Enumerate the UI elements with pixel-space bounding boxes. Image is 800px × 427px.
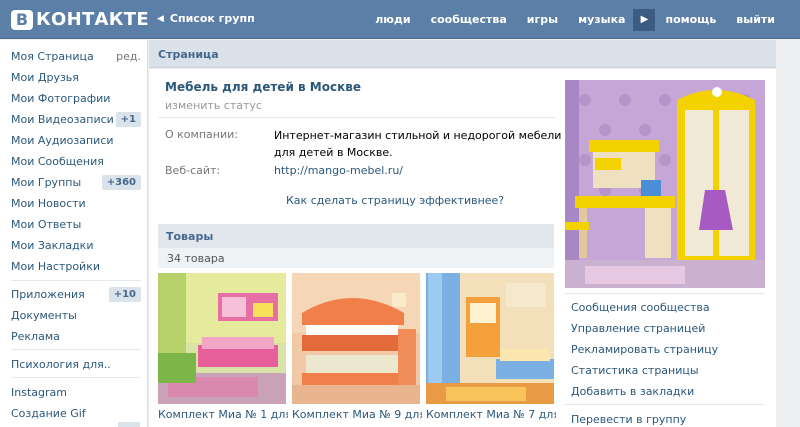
sidebar-divider xyxy=(11,377,141,378)
sidebar-item-label: Instagram xyxy=(11,385,67,399)
sidebar-item-label: Мои Сообщения xyxy=(11,154,104,168)
logo-text: КОНТАКТЕ xyxy=(36,9,149,30)
product-image-2[interactable] xyxy=(292,273,420,404)
sidebar-item-friends[interactable]: Мои Друзья xyxy=(11,68,141,86)
website-label: Веб-сайт: xyxy=(165,164,221,177)
count-badge: +1 xyxy=(115,111,141,127)
sidebar-item-app-gif[interactable]: Создание Gif xyxy=(11,404,141,422)
vk-logo[interactable]: В КОНТАКТЕ xyxy=(11,9,149,30)
sidebar-item-bookmarks[interactable]: Мои Закладки xyxy=(11,236,141,254)
nav-people[interactable]: люди xyxy=(375,13,410,26)
edit-link[interactable]: ред. xyxy=(116,50,141,63)
sidebar-item-app-psychology[interactable]: Психология для.. xyxy=(11,355,141,373)
about-line-1: Интернет-магазин стильной и недорогой ме… xyxy=(274,129,562,142)
make-page-effective-link[interactable]: Как сделать страницу эффективнее? xyxy=(286,194,504,207)
product-caption-2[interactable]: Комплект Миа № 9 для ... xyxy=(292,408,422,421)
sidebar-item-documents[interactable]: Документы xyxy=(11,306,141,324)
nav-communities[interactable]: сообщества xyxy=(431,13,507,26)
divider xyxy=(565,404,765,405)
product-image-3[interactable] xyxy=(426,273,554,404)
community-avatar[interactable] xyxy=(565,80,765,288)
manage-page-link[interactable]: Управление страницей xyxy=(571,322,705,335)
sidebar-item-label: Мои Аудиозаписи xyxy=(11,133,114,147)
play-icon[interactable]: ▶ xyxy=(633,8,656,31)
goods-section-header[interactable]: Товары xyxy=(158,224,554,248)
sidebar-item-videos[interactable]: Мои Видеозаписи +1 xyxy=(11,110,141,128)
sidebar-item-label: Мои Ответы xyxy=(11,217,82,231)
goods-count-bar: 34 товара xyxy=(158,248,554,268)
sidebar-item-apps[interactable]: Приложения +10 xyxy=(11,285,141,303)
about-label: О компании: xyxy=(165,128,238,141)
sidebar-item-label: Мои Закладки xyxy=(11,238,94,252)
sidebar-item-label: Приложения xyxy=(11,287,85,301)
count-badge: +360 xyxy=(101,174,141,190)
sidebar-item-settings[interactable]: Мои Настройки xyxy=(11,257,141,275)
sidebar-item-label: Моя Страница xyxy=(11,49,94,63)
breadcrumb: Страница xyxy=(149,40,776,68)
logo-letter: В xyxy=(11,9,33,30)
website-link[interactable]: http://mango-mebel.ru/ xyxy=(274,164,403,177)
sidebar-item-label: Реклама xyxy=(11,329,60,343)
sidebar-item-my-page[interactable]: Моя Страница ред. xyxy=(11,47,141,65)
sidebar-divider xyxy=(11,280,141,281)
page-statistics-link[interactable]: Статистика страницы xyxy=(571,364,699,377)
nav-games[interactable]: игры xyxy=(527,13,558,26)
top-header: В КОНТАКТЕ ◀ Список групп люди сообществ… xyxy=(0,0,800,39)
sidebar-item-audio[interactable]: Мои Аудиозаписи xyxy=(11,131,141,149)
divider xyxy=(565,293,765,294)
nav-logout[interactable]: выйти xyxy=(736,13,775,26)
nav-music[interactable]: музыка xyxy=(578,13,625,26)
nav-help[interactable]: помощь xyxy=(665,13,716,26)
convert-to-group-link[interactable]: Перевести в группу xyxy=(571,413,686,426)
product-caption-3[interactable]: Комплект Миа № 7 для ... xyxy=(426,408,556,421)
advertise-page-link[interactable]: Рекламировать страницу xyxy=(571,343,718,356)
sidebar-item-label: Мои Видеозаписи xyxy=(11,112,114,126)
product-caption-1[interactable]: Комплект Миа № 1 для ... xyxy=(158,408,288,421)
about-line-2: для детей в Москве. xyxy=(274,146,393,159)
add-bookmark-link[interactable]: Добавить в закладки xyxy=(571,385,694,398)
sidebar-item-label: Создание Gif xyxy=(11,406,86,420)
sidebar-item-label: Мои Новости xyxy=(11,196,86,210)
sidebar-divider xyxy=(11,349,141,350)
sidebar-item-label: Документы xyxy=(11,308,77,322)
back-link-label: Список групп xyxy=(169,12,255,25)
sidebar-item-ads[interactable]: Реклама xyxy=(11,327,141,345)
divider xyxy=(158,117,555,118)
sidebar-item-photos[interactable]: Мои Фотографии xyxy=(11,89,141,107)
back-arrow-icon: ◀ xyxy=(157,13,164,24)
sidebar-item-answers[interactable]: Мои Ответы xyxy=(11,215,141,233)
page-title: Мебель для детей в Москве xyxy=(165,80,361,94)
sidebar-item-label: Мои Настройки xyxy=(11,259,100,273)
sidebar-item-label: Психология для.. xyxy=(11,357,111,371)
sidebar-item-label: Мои Друзья xyxy=(11,70,79,84)
product-image-1[interactable] xyxy=(158,273,286,404)
breadcrumb-label: Страница xyxy=(158,48,219,61)
top-nav: люди сообщества игры музыка ▶ помощь вый… xyxy=(355,0,775,39)
community-messages-link[interactable]: Сообщения сообщества xyxy=(571,301,710,314)
sidebar-item-label: Мои Фотографии xyxy=(11,91,111,105)
sidebar-item-app-instagram[interactable]: Instagram xyxy=(11,383,141,401)
back-to-groups-link[interactable]: ◀ Список групп xyxy=(157,12,255,25)
change-status-link[interactable]: изменить статус xyxy=(165,99,262,112)
sidebar-item-news[interactable]: Мои Новости xyxy=(11,194,141,212)
sidebar-item-label: Мои Группы xyxy=(11,175,82,189)
goods-count: 34 товара xyxy=(167,252,225,265)
sidebar-item-groups[interactable]: Мои Группы +360 xyxy=(11,173,141,191)
sidebar-badge-partial xyxy=(118,422,140,427)
count-badge: +10 xyxy=(108,286,141,302)
goods-heading: Товары xyxy=(166,230,214,243)
sidebar-item-messages[interactable]: Мои Сообщения xyxy=(11,152,141,170)
